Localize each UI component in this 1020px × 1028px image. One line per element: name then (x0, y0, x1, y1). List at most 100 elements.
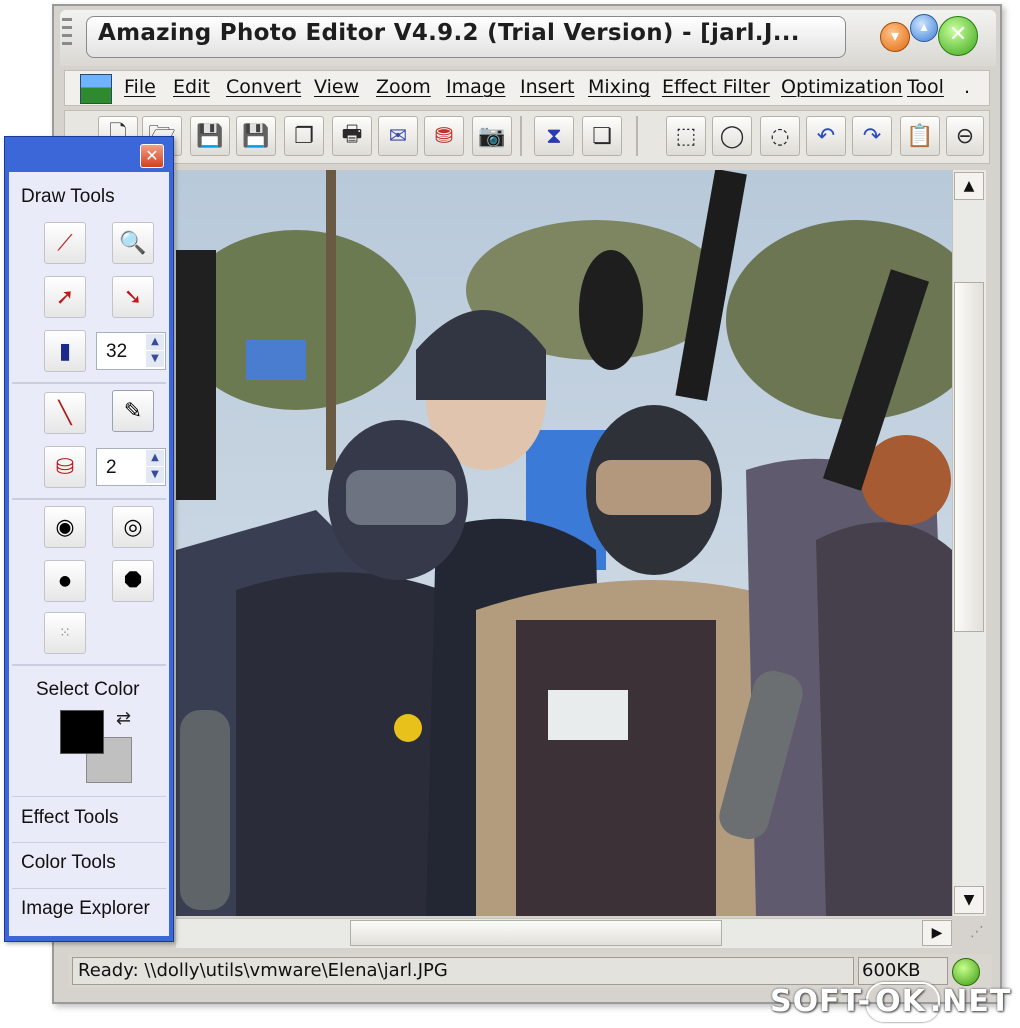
dot-icon: ● (58, 573, 72, 589)
fill-tool-button[interactable]: ⛁ (44, 446, 86, 488)
menu-tool[interactable]: Tool (907, 76, 944, 98)
spray-tool-button[interactable]: ▮ (44, 330, 86, 372)
menu-zoom[interactable]: Zoom (376, 76, 431, 98)
soft-brush-button[interactable]: ◉ (44, 506, 86, 548)
ring-brush-button[interactable]: ◎ (112, 506, 154, 548)
undo-icon: ↶ (816, 123, 836, 149)
rect-select-button[interactable]: ⬚ (666, 116, 706, 156)
menu-overflow[interactable]: . (964, 76, 970, 98)
redo-icon: ↷ (862, 123, 882, 149)
draw-tools-header[interactable]: Draw Tools (21, 186, 115, 208)
line-tool-button[interactable]: ╲ (44, 392, 86, 434)
status-file-size: 600KB (862, 960, 921, 981)
brush-icon: ➚ (55, 284, 75, 310)
color-picker-button[interactable]: ⟋ (44, 222, 86, 264)
octagon-icon: ⯃ (124, 568, 142, 594)
stepper-down-icon[interactable]: ▼ (146, 467, 164, 483)
spray-can-icon: ▮ (58, 338, 72, 364)
ring-target-icon: ◎ (123, 514, 143, 540)
toolbar-separator (520, 116, 522, 156)
menu-mixing[interactable]: Mixing (588, 76, 650, 98)
menu-convert[interactable]: Convert (226, 76, 301, 98)
scroll-right-button[interactable]: ▶ (922, 920, 952, 946)
menu-image[interactable]: Image (446, 76, 506, 98)
paint-bucket-icon: ⛁ (55, 454, 75, 480)
arrow-right-icon: ▶ (931, 925, 943, 941)
windows-icon: ❏ (592, 123, 612, 149)
select-color-label: Select Color (36, 679, 140, 700)
dot-brush-button[interactable]: ● (44, 560, 86, 602)
photo-image (176, 170, 952, 916)
batch-button[interactable]: ❐ (284, 116, 324, 156)
vertical-scroll-thumb[interactable] (954, 282, 984, 632)
stepper-up-icon[interactable]: ▲ (146, 450, 164, 466)
lasso-icon: ◌ (770, 123, 790, 149)
email-button[interactable]: ✉ (378, 116, 418, 156)
panel-divider (12, 382, 166, 384)
menu-view[interactable]: View (314, 76, 359, 98)
stepper-down-icon[interactable]: ▼ (146, 351, 164, 367)
title-grip (62, 34, 72, 37)
swap-colors-icon[interactable]: ⇄ (116, 708, 131, 729)
minimize-button[interactable]: ▾ (880, 22, 910, 52)
menu-optimization[interactable]: Optimization (781, 76, 903, 98)
close-button[interactable]: ✕ (938, 16, 978, 56)
watermark: SOFT- OK .NET (770, 984, 1012, 1019)
save-button[interactable]: 💾 (190, 116, 230, 156)
print-button[interactable]: 🖶 (332, 116, 372, 156)
copy-window-button[interactable]: ❏ (582, 116, 622, 156)
panel-divider (12, 664, 166, 666)
stepper-up-icon[interactable]: ▲ (146, 334, 164, 350)
airbrush-icon: ➘ (123, 284, 143, 310)
ellipse-select-icon: ◯ (719, 123, 745, 149)
arrow-up-icon: ▲ (963, 178, 975, 194)
camera-icon: 📷 (478, 123, 506, 149)
magnifier-icon: 🔍 (119, 230, 147, 256)
hollow-brush-button[interactable]: ⯃ (112, 560, 154, 602)
menu-edit[interactable]: Edit (173, 76, 210, 98)
scan-button[interactable]: ⛃ (424, 116, 464, 156)
scroll-down-button[interactable]: ▼ (954, 886, 984, 914)
menu-insert[interactable]: Insert (520, 76, 575, 98)
menu-file[interactable]: File (124, 76, 156, 98)
undo-button[interactable]: ↶ (806, 116, 846, 156)
envelope-icon: ✉ (388, 123, 408, 149)
camera-button[interactable]: 📷 (472, 116, 512, 156)
maximize-button[interactable]: ▴ (910, 14, 938, 42)
zoom-tool-button[interactable]: 🔍 (112, 222, 154, 264)
lasso-button[interactable]: ◌ (760, 116, 800, 156)
printer-icon: 🖶 (341, 122, 363, 147)
brush-tool-button[interactable]: ➚ (44, 276, 86, 318)
title-grip (62, 42, 72, 45)
rectangle-select-icon: ⬚ (675, 123, 697, 149)
status-led-icon (952, 958, 980, 986)
panel-close-button[interactable]: ✕ (140, 144, 164, 168)
scatter-brush-button[interactable]: ⁙ (44, 612, 86, 654)
window-title: Amazing Photo Editor V4.9.2 (Trial Versi… (98, 20, 800, 46)
image-explorer-label: Image Explorer (21, 898, 150, 919)
ellipse-select-button[interactable]: ◯ (712, 116, 752, 156)
foreground-color-swatch[interactable] (60, 710, 104, 754)
save-as-button[interactable]: 💾 (236, 116, 276, 156)
save-as-icon: 💾 (242, 123, 270, 149)
redo-button[interactable]: ↷ (852, 116, 892, 156)
horizontal-scroll-thumb[interactable] (350, 920, 722, 946)
zoom-out-button[interactable]: ⊖ (946, 116, 984, 156)
pencil-tool-button[interactable]: ✎ (112, 390, 154, 432)
scroll-up-button[interactable]: ▲ (954, 172, 984, 200)
status-path: Ready: \\dolly\utils\vmware\Elena\jarl.J… (78, 960, 448, 981)
eyedropper-icon: ⟋ (57, 230, 73, 256)
airbrush-tool-button[interactable]: ➘ (112, 276, 154, 318)
brush-size-value: 32 (106, 341, 128, 362)
scatter-icon: ⁙ (59, 625, 71, 641)
color-tools-label: Color Tools (21, 852, 116, 873)
app-icon[interactable] (80, 74, 112, 104)
paste-button[interactable]: 📋 (900, 116, 940, 156)
timer-button[interactable]: ⧗ (534, 116, 574, 156)
hourglass-icon: ⧗ (546, 123, 562, 149)
image-canvas[interactable] (176, 170, 952, 916)
close-icon: ✕ (145, 146, 159, 165)
arrow-up-icon: ▴ (920, 19, 928, 35)
menu-effect-filter[interactable]: Effect Filter (662, 76, 770, 98)
resize-grip-icon[interactable]: ⋰ (958, 924, 984, 946)
